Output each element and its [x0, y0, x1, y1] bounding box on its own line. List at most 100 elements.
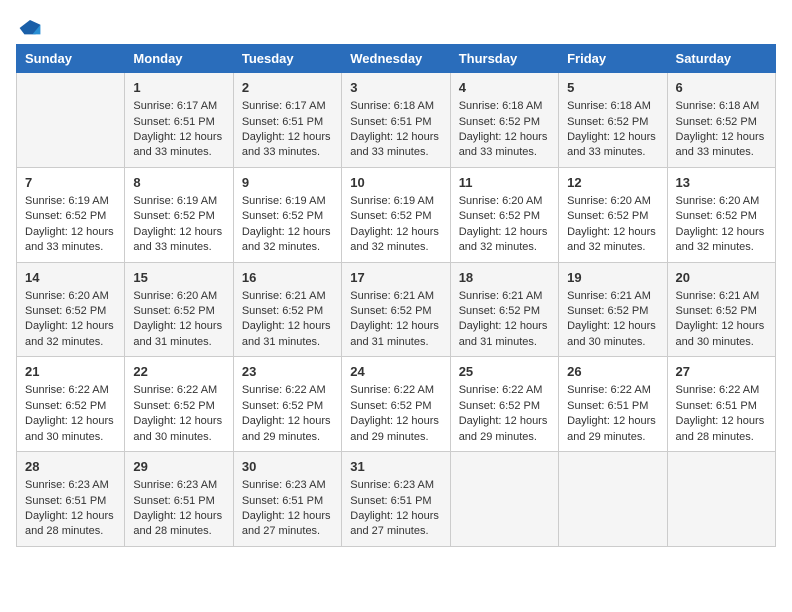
- calendar-cell: 12Sunrise: 6:20 AMSunset: 6:52 PMDayligh…: [559, 167, 667, 262]
- cell-info-line: and 33 minutes.: [133, 145, 224, 160]
- cell-info-line: Sunset: 6:52 PM: [133, 399, 224, 414]
- day-number: 19: [567, 269, 658, 287]
- cell-info-line: Daylight: 12 hours: [25, 225, 116, 240]
- day-number: 25: [459, 363, 550, 381]
- cell-info-line: Sunrise: 6:19 AM: [350, 194, 441, 209]
- cell-info-line: Sunrise: 6:18 AM: [459, 99, 550, 114]
- day-number: 26: [567, 363, 658, 381]
- cell-info-line: Sunset: 6:51 PM: [133, 115, 224, 130]
- day-number: 8: [133, 174, 224, 192]
- cell-info-line: Daylight: 12 hours: [459, 225, 550, 240]
- day-header-wednesday: Wednesday: [342, 45, 450, 73]
- cell-info-line: Daylight: 12 hours: [350, 509, 441, 524]
- cell-info-line: and 32 minutes.: [567, 240, 658, 255]
- cell-info-line: Sunrise: 6:18 AM: [350, 99, 441, 114]
- cell-info-line: Daylight: 12 hours: [133, 130, 224, 145]
- calendar-cell: 25Sunrise: 6:22 AMSunset: 6:52 PMDayligh…: [450, 357, 558, 452]
- cell-info-line: and 30 minutes.: [25, 430, 116, 445]
- day-header-monday: Monday: [125, 45, 233, 73]
- cell-info-line: Sunrise: 6:20 AM: [676, 194, 767, 209]
- cell-info-line: Sunset: 6:52 PM: [676, 209, 767, 224]
- calendar-cell: 8Sunrise: 6:19 AMSunset: 6:52 PMDaylight…: [125, 167, 233, 262]
- day-number: 1: [133, 79, 224, 97]
- day-number: 15: [133, 269, 224, 287]
- cell-info-line: Sunrise: 6:19 AM: [133, 194, 224, 209]
- day-number: 22: [133, 363, 224, 381]
- cell-info-line: Daylight: 12 hours: [133, 509, 224, 524]
- calendar-cell: 5Sunrise: 6:18 AMSunset: 6:52 PMDaylight…: [559, 73, 667, 168]
- day-header-sunday: Sunday: [17, 45, 125, 73]
- day-number: 17: [350, 269, 441, 287]
- day-number: 2: [242, 79, 333, 97]
- cell-info-line: Sunset: 6:52 PM: [567, 304, 658, 319]
- day-number: 24: [350, 363, 441, 381]
- cell-info-line: and 33 minutes.: [133, 240, 224, 255]
- calendar-cell: 14Sunrise: 6:20 AMSunset: 6:52 PMDayligh…: [17, 262, 125, 357]
- header-row: SundayMondayTuesdayWednesdayThursdayFrid…: [17, 45, 776, 73]
- week-row-2: 7Sunrise: 6:19 AMSunset: 6:52 PMDaylight…: [17, 167, 776, 262]
- cell-info-line: Sunset: 6:52 PM: [567, 209, 658, 224]
- calendar-cell: 3Sunrise: 6:18 AMSunset: 6:51 PMDaylight…: [342, 73, 450, 168]
- cell-info-line: Daylight: 12 hours: [350, 130, 441, 145]
- day-header-thursday: Thursday: [450, 45, 558, 73]
- cell-info-line: and 28 minutes.: [25, 524, 116, 539]
- calendar-cell: 4Sunrise: 6:18 AMSunset: 6:52 PMDaylight…: [450, 73, 558, 168]
- cell-info-line: Daylight: 12 hours: [676, 130, 767, 145]
- cell-info-line: Daylight: 12 hours: [242, 319, 333, 334]
- cell-info-line: Sunrise: 6:20 AM: [133, 289, 224, 304]
- day-number: 14: [25, 269, 116, 287]
- calendar-cell: 27Sunrise: 6:22 AMSunset: 6:51 PMDayligh…: [667, 357, 775, 452]
- calendar-cell: 20Sunrise: 6:21 AMSunset: 6:52 PMDayligh…: [667, 262, 775, 357]
- cell-info-line: and 32 minutes.: [25, 335, 116, 350]
- cell-info-line: Sunset: 6:52 PM: [459, 399, 550, 414]
- cell-info-line: Sunrise: 6:21 AM: [459, 289, 550, 304]
- cell-info-line: and 30 minutes.: [133, 430, 224, 445]
- cell-info-line: Sunset: 6:52 PM: [242, 304, 333, 319]
- cell-info-line: and 30 minutes.: [676, 335, 767, 350]
- calendar-cell: [667, 452, 775, 547]
- cell-info-line: and 32 minutes.: [676, 240, 767, 255]
- day-number: 23: [242, 363, 333, 381]
- cell-info-line: Sunset: 6:52 PM: [676, 304, 767, 319]
- calendar-cell: 31Sunrise: 6:23 AMSunset: 6:51 PMDayligh…: [342, 452, 450, 547]
- cell-info-line: and 32 minutes.: [459, 240, 550, 255]
- cell-info-line: and 32 minutes.: [242, 240, 333, 255]
- cell-info-line: Sunset: 6:51 PM: [25, 494, 116, 509]
- cell-info-line: Daylight: 12 hours: [133, 225, 224, 240]
- cell-info-line: Sunrise: 6:21 AM: [242, 289, 333, 304]
- day-header-tuesday: Tuesday: [233, 45, 341, 73]
- calendar-cell: 9Sunrise: 6:19 AMSunset: 6:52 PMDaylight…: [233, 167, 341, 262]
- calendar-cell: 26Sunrise: 6:22 AMSunset: 6:51 PMDayligh…: [559, 357, 667, 452]
- cell-info-line: and 29 minutes.: [242, 430, 333, 445]
- cell-info-line: Sunrise: 6:22 AM: [676, 383, 767, 398]
- day-number: 9: [242, 174, 333, 192]
- cell-info-line: Daylight: 12 hours: [242, 509, 333, 524]
- calendar-cell: 21Sunrise: 6:22 AMSunset: 6:52 PMDayligh…: [17, 357, 125, 452]
- cell-info-line: Sunrise: 6:18 AM: [567, 99, 658, 114]
- cell-info-line: Sunset: 6:52 PM: [25, 304, 116, 319]
- day-number: 13: [676, 174, 767, 192]
- logo-icon: [18, 16, 42, 40]
- cell-info-line: Daylight: 12 hours: [25, 414, 116, 429]
- calendar-cell: 2Sunrise: 6:17 AMSunset: 6:51 PMDaylight…: [233, 73, 341, 168]
- cell-info-line: Sunset: 6:51 PM: [567, 399, 658, 414]
- cell-info-line: and 31 minutes.: [133, 335, 224, 350]
- week-row-4: 21Sunrise: 6:22 AMSunset: 6:52 PMDayligh…: [17, 357, 776, 452]
- cell-info-line: and 27 minutes.: [242, 524, 333, 539]
- cell-info-line: Sunset: 6:52 PM: [459, 115, 550, 130]
- cell-info-line: Sunset: 6:51 PM: [242, 115, 333, 130]
- cell-info-line: Daylight: 12 hours: [459, 414, 550, 429]
- cell-info-line: Sunrise: 6:18 AM: [676, 99, 767, 114]
- cell-info-line: Sunrise: 6:17 AM: [133, 99, 224, 114]
- cell-info-line: Sunset: 6:52 PM: [567, 115, 658, 130]
- week-row-3: 14Sunrise: 6:20 AMSunset: 6:52 PMDayligh…: [17, 262, 776, 357]
- cell-info-line: Sunset: 6:51 PM: [350, 494, 441, 509]
- calendar-cell: 11Sunrise: 6:20 AMSunset: 6:52 PMDayligh…: [450, 167, 558, 262]
- cell-info-line: and 33 minutes.: [350, 145, 441, 160]
- cell-info-line: and 31 minutes.: [459, 335, 550, 350]
- cell-info-line: Daylight: 12 hours: [242, 130, 333, 145]
- week-row-1: 1Sunrise: 6:17 AMSunset: 6:51 PMDaylight…: [17, 73, 776, 168]
- calendar-cell: 15Sunrise: 6:20 AMSunset: 6:52 PMDayligh…: [125, 262, 233, 357]
- cell-info-line: Sunrise: 6:21 AM: [567, 289, 658, 304]
- cell-info-line: and 33 minutes.: [676, 145, 767, 160]
